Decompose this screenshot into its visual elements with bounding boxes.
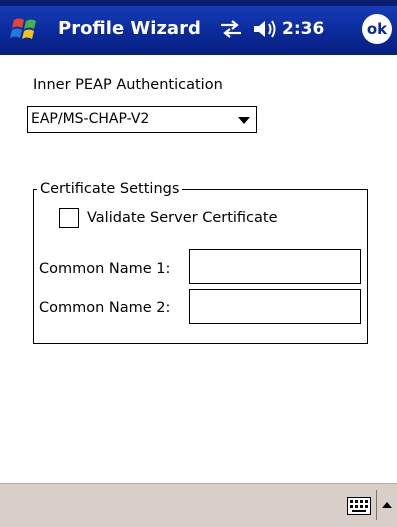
dropdown-selected-value: EAP/MS-CHAP-V2 bbox=[31, 111, 150, 127]
clock[interactable]: 2:36 bbox=[282, 16, 324, 42]
title-bar-strip bbox=[0, 0, 397, 6]
inner-peap-auth-label: Inner PEAP Authentication bbox=[33, 77, 223, 93]
bottom-menu-bar bbox=[0, 483, 397, 527]
app-title: Profile Wizard bbox=[58, 18, 201, 39]
validate-server-certificate-checkbox[interactable] bbox=[59, 208, 79, 228]
sip-divider bbox=[376, 490, 377, 520]
common-name-2-input[interactable] bbox=[189, 289, 361, 324]
ok-button[interactable]: ok bbox=[362, 14, 392, 44]
connectivity-icon[interactable] bbox=[218, 18, 244, 40]
certificate-settings-label: Certificate Settings bbox=[37, 180, 183, 198]
validate-server-certificate-label[interactable]: Validate Server Certificate bbox=[87, 210, 278, 226]
windows-start-icon[interactable] bbox=[8, 14, 42, 44]
common-name-2-label: Common Name 2: bbox=[39, 300, 171, 316]
common-name-1-label: Common Name 1: bbox=[39, 261, 171, 277]
keyboard-icon[interactable] bbox=[347, 497, 371, 515]
volume-icon[interactable] bbox=[251, 17, 279, 41]
sip-arrow-icon[interactable] bbox=[382, 502, 392, 508]
inner-peap-auth-dropdown[interactable]: EAP/MS-CHAP-V2 bbox=[27, 106, 257, 133]
common-name-1-input[interactable] bbox=[189, 249, 361, 284]
chevron-down-icon[interactable] bbox=[238, 117, 250, 124]
